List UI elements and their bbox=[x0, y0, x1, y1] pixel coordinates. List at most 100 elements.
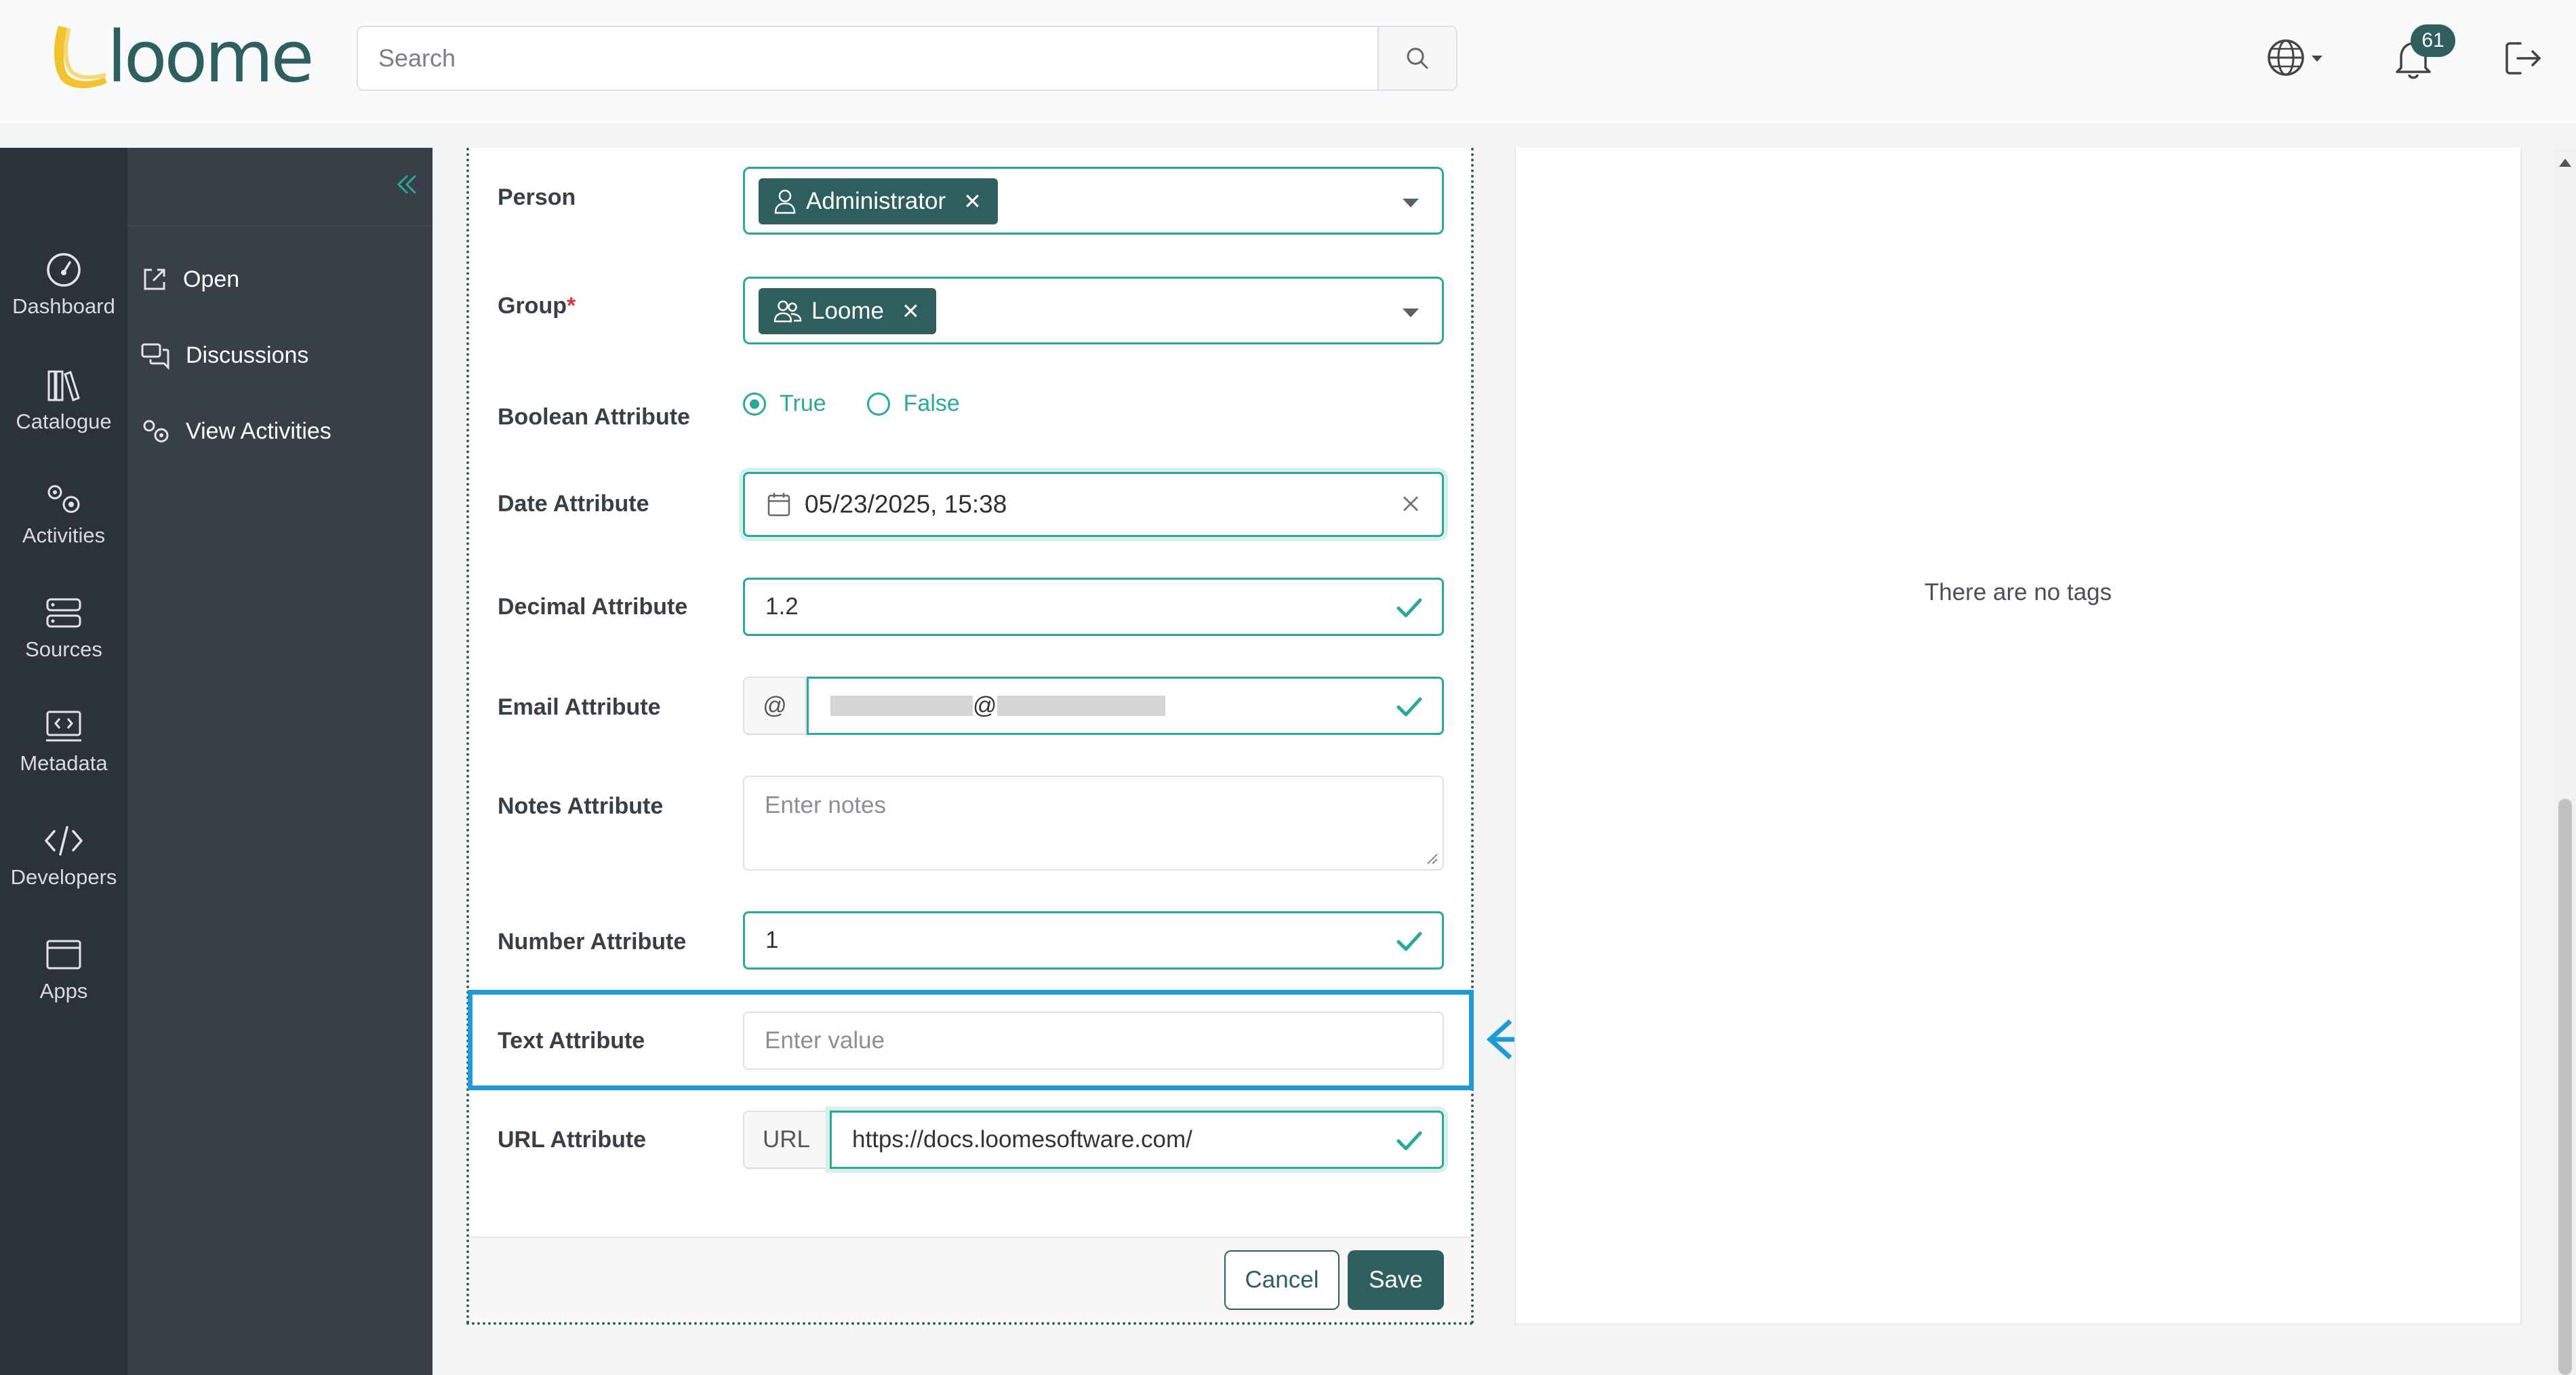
loome-logo-mark-icon bbox=[54, 26, 107, 88]
logout-button[interactable] bbox=[2501, 37, 2545, 80]
globe-icon bbox=[2268, 39, 2322, 76]
remove-person-icon[interactable]: ✕ bbox=[963, 188, 982, 214]
valid-check-icon bbox=[1396, 1131, 1422, 1151]
email-input[interactable]: @ bbox=[807, 677, 1444, 735]
notes-placeholder: Enter notes bbox=[765, 792, 886, 818]
clear-date-icon[interactable] bbox=[1400, 493, 1422, 515]
no-tags-message: There are no tags bbox=[1924, 579, 2112, 605]
notes-label: Notes Attribute bbox=[498, 793, 664, 819]
url-label: URL Attribute bbox=[498, 1127, 647, 1153]
decimal-input[interactable]: 1.2 bbox=[743, 578, 1444, 636]
loome-logo[interactable]: loome bbox=[49, 16, 314, 98]
subnav-item-label: Discussions bbox=[186, 342, 309, 368]
logo-text: loome bbox=[107, 16, 314, 98]
nav-item-label: Dashboard bbox=[12, 294, 115, 318]
secondary-sidebar bbox=[127, 148, 432, 1375]
person-tag-label: Administrator bbox=[806, 188, 946, 214]
code-icon bbox=[45, 826, 83, 856]
person-select[interactable]: Administrator ✕ bbox=[743, 167, 1444, 235]
cancel-button[interactable]: Cancel bbox=[1224, 1250, 1340, 1310]
valid-check-icon bbox=[1396, 598, 1422, 618]
radio-false[interactable] bbox=[866, 392, 890, 416]
radio-true[interactable] bbox=[743, 392, 766, 416]
nav-item-apps[interactable]: Apps bbox=[0, 936, 127, 1003]
nav-item-sources[interactable]: Sources bbox=[0, 594, 127, 662]
nav-item-developers[interactable]: Developers bbox=[0, 822, 127, 890]
activities-icon bbox=[47, 485, 80, 513]
date-label: Date Attribute bbox=[498, 491, 649, 517]
search-icon bbox=[1407, 47, 1428, 69]
nav-item-dashboard[interactable]: Dashboard bbox=[0, 251, 127, 319]
url-input[interactable]: https://docs.loomesoftware.com/ bbox=[830, 1111, 1444, 1169]
calendar-icon bbox=[767, 493, 790, 517]
apps-icon bbox=[46, 940, 81, 970]
redacted-text bbox=[830, 696, 973, 716]
valid-check-icon bbox=[1396, 697, 1422, 717]
person-tag: Administrator ✕ bbox=[759, 178, 998, 224]
activities-icon bbox=[143, 420, 169, 443]
language-selector[interactable] bbox=[2264, 34, 2332, 81]
boolean-radio-group: True False bbox=[743, 391, 960, 417]
subnav-item-view-activities[interactable]: View Activities bbox=[140, 416, 331, 446]
tags-panel bbox=[1514, 148, 2522, 1325]
subnav-item-label: View Activities bbox=[186, 418, 331, 444]
notification-count-badge: 61 bbox=[2411, 24, 2455, 57]
search-button[interactable] bbox=[1377, 27, 1456, 89]
required-marker: * bbox=[566, 293, 576, 319]
subnav-item-discussions[interactable]: Discussions bbox=[140, 340, 308, 370]
url-value: https://docs.loomesoftware.com/ bbox=[852, 1126, 1192, 1153]
group-label: Group* bbox=[498, 293, 576, 319]
save-button[interactable]: Save bbox=[1348, 1250, 1444, 1310]
nav-item-label: Sources bbox=[25, 637, 102, 661]
catalogue-icon bbox=[47, 370, 80, 401]
number-input[interactable]: 1 bbox=[743, 911, 1444, 970]
resize-handle-icon[interactable] bbox=[1424, 850, 1440, 866]
chevron-down-icon[interactable] bbox=[1403, 308, 1419, 317]
dashboard-icon bbox=[47, 253, 81, 287]
users-icon bbox=[773, 300, 802, 323]
remove-group-icon[interactable]: ✕ bbox=[902, 298, 920, 324]
subnav-item-open[interactable]: Open bbox=[140, 264, 239, 294]
search-bar bbox=[357, 26, 1457, 91]
group-label-text: Group bbox=[498, 293, 567, 319]
subnav-divider bbox=[127, 225, 432, 226]
user-icon bbox=[774, 189, 796, 214]
number-label: Number Attribute bbox=[498, 929, 687, 955]
nav-item-label: Activities bbox=[22, 523, 106, 547]
radio-false-label[interactable]: False bbox=[904, 391, 960, 417]
nav-item-catalogue[interactable]: Catalogue bbox=[0, 366, 127, 434]
email-at-symbol: @ bbox=[973, 692, 997, 719]
person-label: Person bbox=[498, 184, 576, 210]
nav-item-label: Metadata bbox=[20, 751, 108, 775]
collapse-sidebar-button[interactable] bbox=[393, 171, 420, 201]
decimal-label: Decimal Attribute bbox=[498, 594, 688, 620]
sources-icon bbox=[46, 598, 81, 628]
number-value: 1 bbox=[765, 927, 779, 953]
email-prefix: @ bbox=[743, 677, 807, 735]
logout-icon bbox=[2505, 42, 2541, 75]
email-label: Email Attribute bbox=[498, 694, 661, 720]
nav-item-metadata[interactable]: Metadata bbox=[0, 708, 127, 776]
boolean-label: Boolean Attribute bbox=[498, 404, 690, 430]
date-input[interactable]: 05/23/2025, 15:38 bbox=[743, 472, 1444, 537]
double-chevron-left-icon bbox=[397, 175, 416, 194]
url-prefix: URL bbox=[743, 1111, 830, 1169]
scrollbar-thumb[interactable] bbox=[2558, 799, 2572, 1375]
nav-item-label: Developers bbox=[10, 865, 117, 889]
search-input[interactable] bbox=[358, 27, 1377, 89]
subnav-item-label: Open bbox=[183, 266, 240, 292]
redacted-text bbox=[997, 696, 1165, 716]
group-select[interactable]: Loome ✕ bbox=[743, 277, 1444, 344]
discussions-icon bbox=[141, 343, 169, 370]
nav-item-label: Catalogue bbox=[16, 410, 112, 433]
decimal-value: 1.2 bbox=[765, 593, 799, 620]
date-value: 05/23/2025, 15:38 bbox=[805, 490, 1007, 518]
metadata-icon bbox=[46, 711, 81, 742]
highlight-box bbox=[468, 990, 1474, 1090]
valid-check-icon bbox=[1396, 932, 1422, 951]
radio-true-label[interactable]: True bbox=[780, 391, 826, 417]
scroll-up-arrow-icon[interactable] bbox=[2559, 159, 2571, 167]
nav-item-activities[interactable]: Activities bbox=[0, 480, 127, 548]
chevron-down-icon[interactable] bbox=[1403, 199, 1419, 207]
notes-textarea[interactable]: Enter notes bbox=[743, 776, 1444, 871]
